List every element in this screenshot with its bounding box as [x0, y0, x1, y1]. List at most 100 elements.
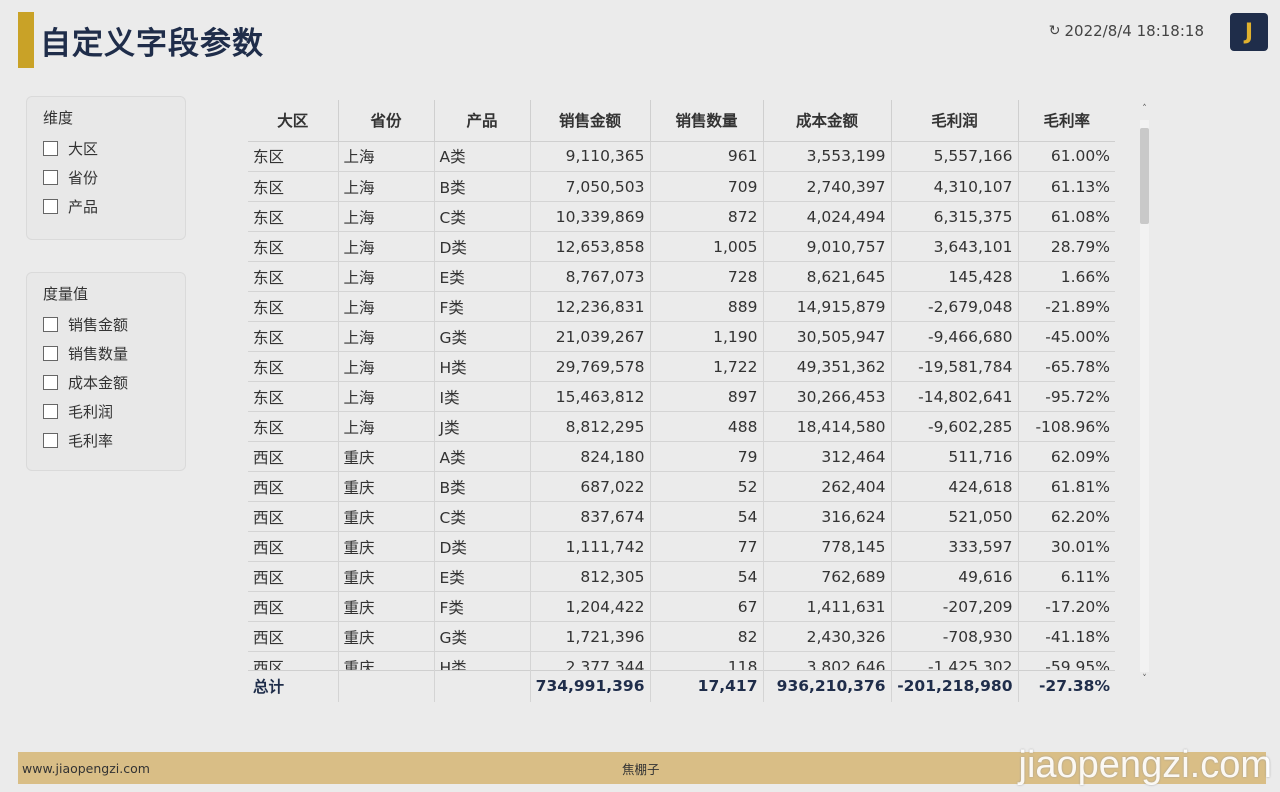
checkbox-icon[interactable]	[43, 317, 58, 332]
table-cell: -17.20%	[1018, 591, 1115, 622]
table-cell: -708,930	[891, 621, 1019, 652]
dimension-slicer: 维度 大区 省份 产品	[26, 96, 186, 240]
dimension-slicer-title: 维度	[43, 109, 74, 127]
table-row[interactable]: 东区 上海 A类 9,110,365 961 3,553,199 5,557,166 61.0…	[248, 141, 1115, 172]
table-cell: 东区	[248, 231, 339, 262]
table-row[interactable]: 西区 重庆 G类 1,721,396 82 2,430,326 -708,930 -41.18…	[248, 621, 1115, 652]
table-row[interactable]: 东区 上海 H类 29,769,578 1,722 49,351,362 -19,581,7…	[248, 351, 1115, 382]
slicer-item-sales-amount[interactable]: 销售金额	[41, 310, 171, 339]
checkbox-icon[interactable]	[43, 199, 58, 214]
checkbox-icon[interactable]	[43, 433, 58, 448]
table-cell: -65.78%	[1018, 351, 1115, 382]
checkbox-icon[interactable]	[43, 375, 58, 390]
table-header: 大区 省份 产品 销售金额 销售数量 成本金额 毛利润 毛利率	[248, 100, 1115, 142]
slicer-item-product[interactable]: 产品	[41, 192, 171, 221]
table-cell: -9,466,680	[891, 321, 1019, 352]
table-cell: 424,618	[891, 471, 1019, 502]
table-cell: 西区	[248, 441, 339, 472]
table-row[interactable]: 东区 上海 I类 15,463,812 897 30,266,453 -14,802,641…	[248, 381, 1115, 412]
column-header[interactable]: 产品	[434, 100, 531, 142]
table-row[interactable]: 东区 上海 J类 8,812,295 488 18,414,580 -9,602,285 -1…	[248, 411, 1115, 442]
table-row[interactable]: 东区 上海 E类 8,767,073 728 8,621,645 145,428 1.66%	[248, 261, 1115, 292]
total-cell	[434, 669, 531, 702]
table-cell: 上海	[338, 411, 435, 442]
total-cell	[338, 669, 435, 702]
slicer-item-region[interactable]: 大区	[41, 134, 171, 163]
column-header[interactable]: 大区	[248, 100, 339, 142]
table-cell: 5,557,166	[891, 141, 1019, 172]
table-cell: 62.09%	[1018, 441, 1115, 472]
title-accent-bar	[18, 12, 34, 68]
table-row[interactable]: 西区 重庆 A类 824,180 79 312,464 511,716 62.09%	[248, 441, 1115, 472]
column-header[interactable]: 省份	[338, 100, 435, 142]
table-cell: 4,310,107	[891, 171, 1019, 202]
table-cell: F类	[434, 591, 531, 622]
checkbox-icon[interactable]	[43, 170, 58, 185]
table-cell: -41.18%	[1018, 621, 1115, 652]
column-header[interactable]: 毛利率	[1018, 100, 1115, 142]
scroll-thumb[interactable]	[1140, 128, 1149, 224]
table-cell: 西区	[248, 591, 339, 622]
checkbox-icon[interactable]	[43, 346, 58, 361]
table-cell: 2,740,397	[763, 171, 892, 202]
table-cell: D类	[434, 231, 531, 262]
table-cell: 728	[650, 261, 764, 292]
table-cell: 9,010,757	[763, 231, 892, 262]
table-row[interactable]: 西区 重庆 C类 837,674 54 316,624 521,050 62.20%	[248, 501, 1115, 532]
table-cell: 61.00%	[1018, 141, 1115, 172]
table-cell: 18,414,580	[763, 411, 892, 442]
table-row[interactable]: 西区 重庆 H类 2,377,344 118 3,802,646 -1,425,302 -59…	[248, 651, 1115, 670]
table-cell: 西区	[248, 531, 339, 562]
table-row[interactable]: 西区 重庆 F类 1,204,422 67 1,411,631 -207,209 -17.20…	[248, 591, 1115, 622]
table-cell: H类	[434, 651, 531, 670]
table-cell: -2,679,048	[891, 291, 1019, 322]
scroll-down-icon[interactable]: ˅	[1139, 674, 1150, 688]
refresh-icon[interactable]: ↻	[1049, 23, 1061, 39]
table-cell: 28.79%	[1018, 231, 1115, 262]
table-cell: 824,180	[530, 441, 651, 472]
table-cell: 4,024,494	[763, 201, 892, 232]
table-cell: 79	[650, 441, 764, 472]
table-cell: 上海	[338, 381, 435, 412]
column-header[interactable]: 销售数量	[650, 100, 764, 142]
slicer-item-gross-margin[interactable]: 毛利率	[41, 426, 171, 455]
slicer-item-label: 成本金额	[68, 374, 129, 392]
slicer-item-label: 省份	[68, 169, 99, 187]
total-cell: -27.38%	[1018, 669, 1115, 702]
table-row[interactable]: 东区 上海 D类 12,653,858 1,005 9,010,757 3,643,101 2…	[248, 231, 1115, 262]
table-cell: 上海	[338, 171, 435, 202]
table-cell: 重庆	[338, 651, 435, 670]
table-row[interactable]: 东区 上海 B类 7,050,503 709 2,740,397 4,310,107 61.1…	[248, 171, 1115, 202]
checkbox-icon[interactable]	[43, 141, 58, 156]
table-row[interactable]: 西区 重庆 B类 687,022 52 262,404 424,618 61.81%	[248, 471, 1115, 502]
table-cell: 30,266,453	[763, 381, 892, 412]
footer-website: www.jiaopengzi.com	[22, 760, 150, 776]
table-cell: 21,039,267	[530, 321, 651, 352]
slicer-item-sales-qty[interactable]: 销售数量	[41, 339, 171, 368]
table-cell: 778,145	[763, 531, 892, 562]
table-row[interactable]: 西区 重庆 E类 812,305 54 762,689 49,616 6.11%	[248, 561, 1115, 592]
table-row[interactable]: 东区 上海 C类 10,339,869 872 4,024,494 6,315,375 61.…	[248, 201, 1115, 232]
slicer-item-gross-profit[interactable]: 毛利润	[41, 397, 171, 426]
column-header[interactable]: 销售金额	[530, 100, 651, 142]
table-row[interactable]: 东区 上海 F类 12,236,831 889 14,915,879 -2,679,048-…	[248, 291, 1115, 322]
table-cell: 1,190	[650, 321, 764, 352]
slicer-item-label: 毛利率	[68, 432, 114, 450]
table-row[interactable]: 西区 重庆 D类 1,111,742 77 778,145 333,597 30.01%	[248, 531, 1115, 562]
table-cell: 东区	[248, 141, 339, 172]
slicer-item-province[interactable]: 省份	[41, 163, 171, 192]
column-header[interactable]: 毛利润	[891, 100, 1019, 142]
table-cell: 30,505,947	[763, 321, 892, 352]
table-cell: B类	[434, 471, 531, 502]
table-row[interactable]: 东区 上海 G类 21,039,267 1,190 30,505,947 -9,466,68…	[248, 321, 1115, 352]
column-header[interactable]: 成本金额	[763, 100, 892, 142]
table-scrollbar[interactable]: ˄ ˅	[1139, 104, 1150, 688]
scroll-up-icon[interactable]: ˄	[1139, 104, 1150, 118]
table-cell: 重庆	[338, 591, 435, 622]
table-body-viewport[interactable]: 东区 上海 A类 9,110,365 961 3,553,199 5,557,166 61.0…	[248, 141, 1115, 670]
table-cell: -45.00%	[1018, 321, 1115, 352]
slicer-item-cost-amount[interactable]: 成本金额	[41, 368, 171, 397]
checkbox-icon[interactable]	[43, 404, 58, 419]
table-cell: 1,005	[650, 231, 764, 262]
table-cell: -1,425,302	[891, 651, 1019, 670]
